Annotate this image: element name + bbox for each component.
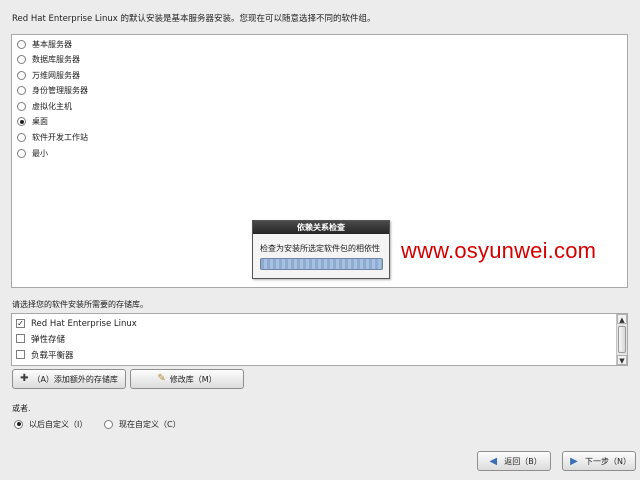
group-option-dev-workstation[interactable]: 软件开发工作站 xyxy=(17,131,88,144)
group-option-minimal[interactable]: 最小 xyxy=(17,147,48,160)
modify-repo-button[interactable]: ✎ 修改库（M） xyxy=(130,369,244,389)
dependency-check-dialog: 依赖关系检查 检查为安装所选定软件包的相依性 xyxy=(252,220,390,279)
group-option-database-server[interactable]: 数据库服务器 xyxy=(17,53,80,66)
group-option-basic-server[interactable]: 基本服务器 xyxy=(17,38,72,51)
checkbox[interactable] xyxy=(16,334,25,343)
add-repo-label: （A）添加额外的存储库 xyxy=(32,374,118,384)
checkbox-checked[interactable]: ✓ xyxy=(16,319,25,328)
repo-item-load-balancer[interactable]: 负载平衡器 xyxy=(16,348,74,361)
group-option-label: 万维网服务器 xyxy=(32,71,80,80)
radio-button[interactable] xyxy=(17,40,26,49)
group-option-virtualization-host[interactable]: 虚拟化主机 xyxy=(17,100,72,113)
customize-later-label: 以后自定义（I） xyxy=(29,419,88,429)
next-button[interactable]: ▶ 下一步（N） xyxy=(562,451,636,471)
group-option-label: 最小 xyxy=(32,149,48,158)
group-option-label: 桌面 xyxy=(32,117,48,126)
back-arrow-icon: ◀ xyxy=(489,455,498,467)
progress-bar xyxy=(260,258,383,270)
next-label: 下一步（N） xyxy=(585,456,631,466)
radio-button[interactable] xyxy=(17,102,26,111)
back-button[interactable]: ◀ 返回（B） xyxy=(477,451,551,471)
customize-later-option[interactable]: 以后自定义（I） xyxy=(14,418,87,430)
group-option-identity-server[interactable]: 身份管理服务器 xyxy=(17,84,88,97)
intro-text: Red Hat Enterprise Linux 的默认安装是基本服务器安装。您… xyxy=(12,14,376,24)
radio-button[interactable] xyxy=(17,86,26,95)
group-option-label: 基本服务器 xyxy=(32,40,72,49)
checkbox[interactable] xyxy=(16,350,25,359)
modify-repo-label: 修改库（M） xyxy=(169,374,217,384)
group-option-label: 身份管理服务器 xyxy=(32,86,88,95)
back-label: 返回（B） xyxy=(504,456,542,466)
repo-list: ✓ Red Hat Enterprise Linux 弹性存储 负载平衡器 ▲ … xyxy=(11,313,628,366)
radio-button-selected[interactable] xyxy=(14,419,23,429)
dialog-title: 依赖关系检查 xyxy=(253,221,389,234)
repo-item-label: 弹性存储 xyxy=(31,334,66,345)
scroll-down-icon[interactable]: ▼ xyxy=(617,355,627,365)
edit-icon: ✎ xyxy=(157,373,166,384)
repo-item-resilient-storage[interactable]: 弹性存储 xyxy=(16,332,65,345)
next-arrow-icon: ▶ xyxy=(570,455,578,467)
radio-button[interactable] xyxy=(104,419,113,429)
progress-bar-fill xyxy=(261,259,382,269)
repo-item-rhel[interactable]: ✓ Red Hat Enterprise Linux xyxy=(16,317,137,330)
repo-item-label: 负载平衡器 xyxy=(31,350,74,361)
radio-button[interactable] xyxy=(17,133,26,142)
plus-icon: ✚ xyxy=(20,373,29,384)
or-label: 或者. xyxy=(12,404,31,413)
dialog-message: 检查为安装所选定软件包的相依性 xyxy=(260,244,380,253)
radio-button-selected[interactable] xyxy=(17,117,26,126)
group-option-desktop[interactable]: 桌面 xyxy=(17,115,48,128)
add-repo-button[interactable]: ✚ （A）添加额外的存储库 xyxy=(12,369,126,389)
customize-now-label: 现在自定义（C） xyxy=(119,419,181,429)
scrollbar-thumb[interactable] xyxy=(618,326,626,353)
group-option-web-server[interactable]: 万维网服务器 xyxy=(17,69,80,82)
group-option-label: 数据库服务器 xyxy=(32,55,80,64)
group-option-label: 虚拟化主机 xyxy=(32,102,72,111)
scroll-up-icon[interactable]: ▲ xyxy=(617,314,627,324)
repo-item-label: Red Hat Enterprise Linux xyxy=(31,318,137,329)
customize-now-option[interactable]: 现在自定义（C） xyxy=(104,418,181,430)
watermark-text: www.osyunwei.com xyxy=(401,238,597,263)
group-option-label: 软件开发工作站 xyxy=(32,133,88,142)
radio-button[interactable] xyxy=(17,149,26,158)
repo-list-scrollbar[interactable]: ▲ ▼ xyxy=(616,314,627,365)
radio-button[interactable] xyxy=(17,55,26,64)
radio-button[interactable] xyxy=(17,71,26,80)
repo-section-label: 请选择您的软件安装所需要的存储库。 xyxy=(12,300,148,309)
